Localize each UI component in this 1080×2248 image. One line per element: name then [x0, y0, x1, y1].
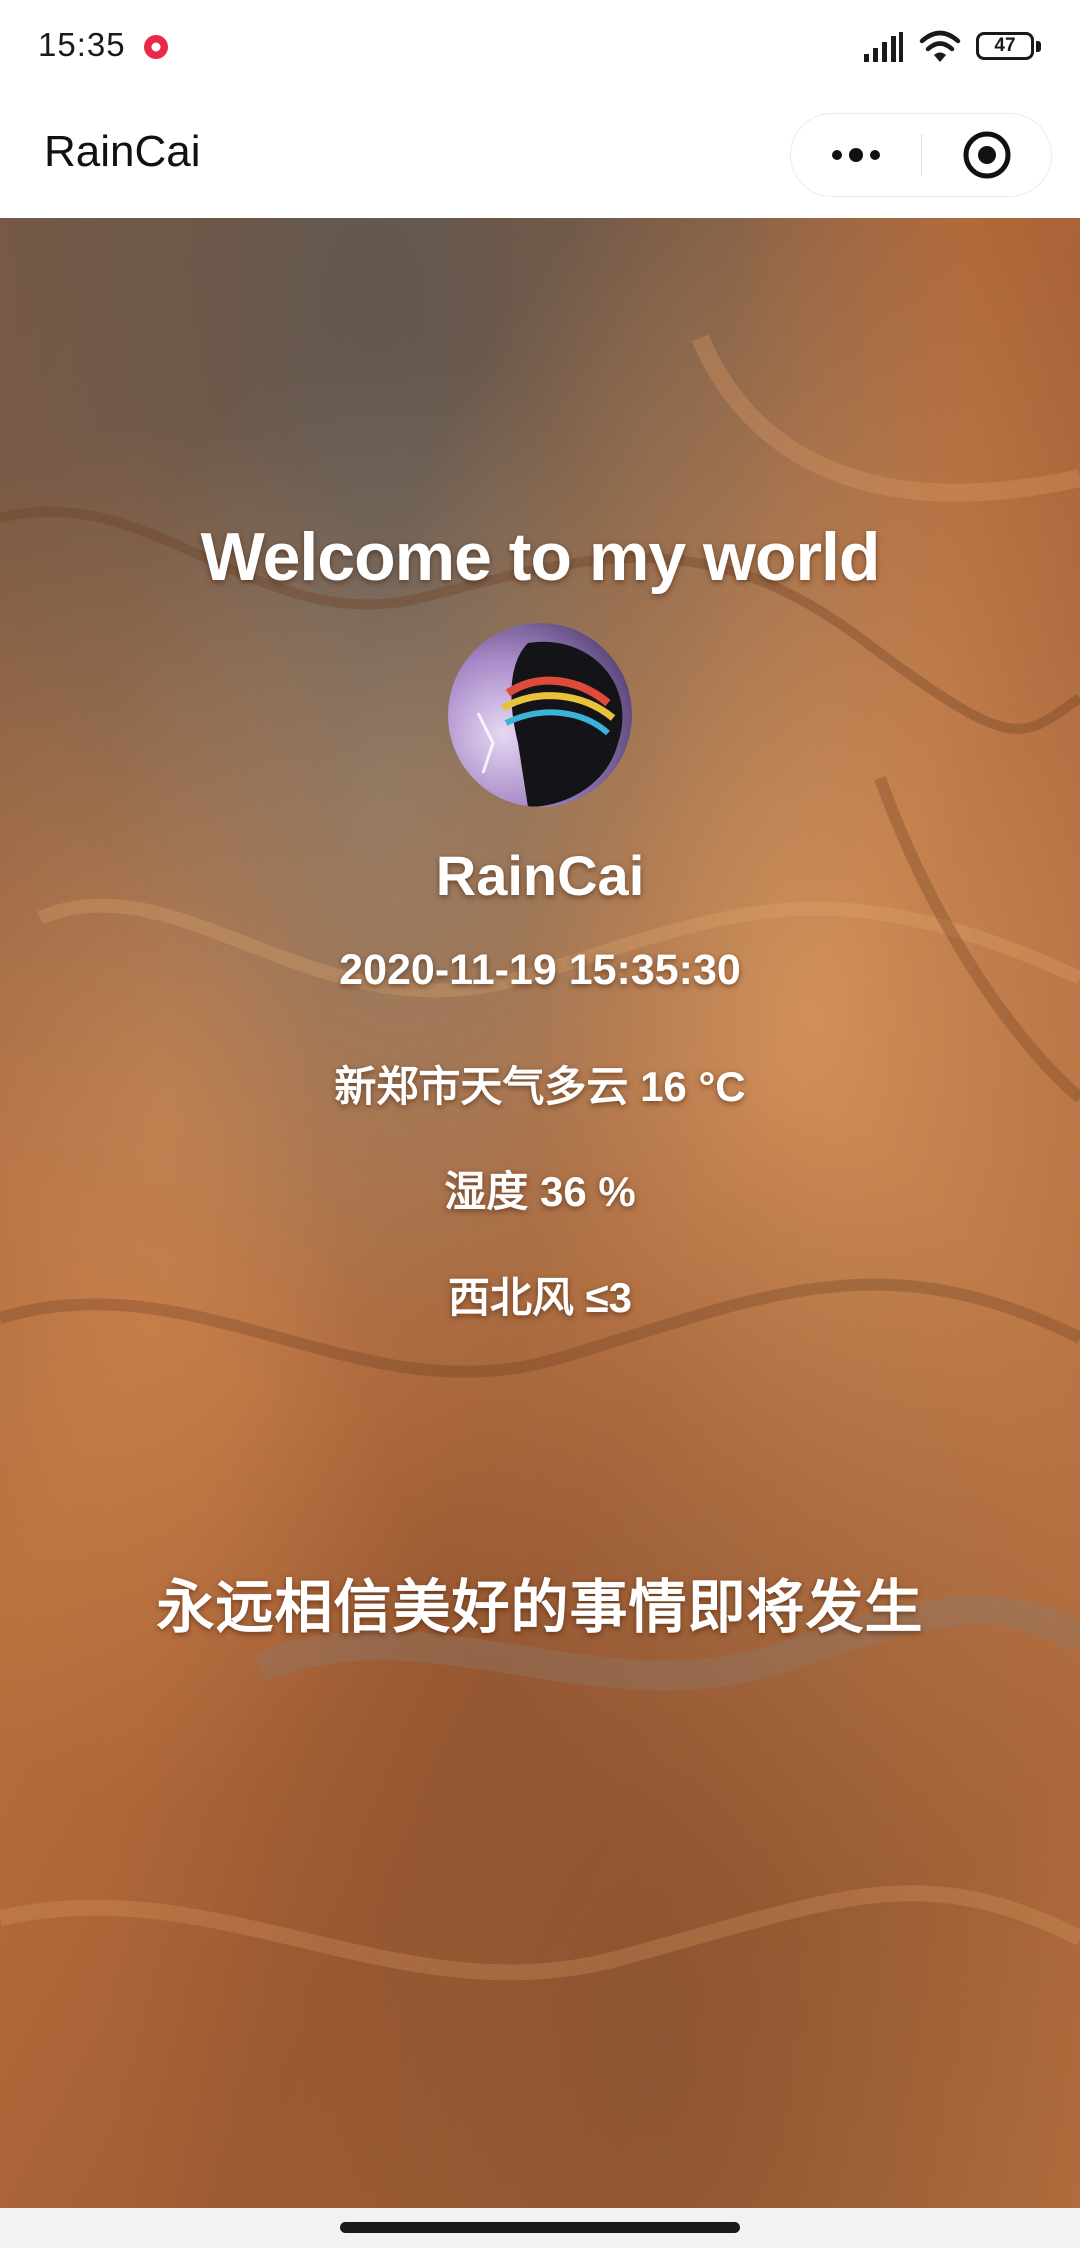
- more-button[interactable]: [791, 114, 921, 196]
- avatar[interactable]: [448, 623, 632, 807]
- welcome-heading: Welcome to my world: [200, 519, 881, 595]
- battery-level: 47: [976, 32, 1034, 60]
- motto-text: 永远相信美好的事情即将发生: [156, 1575, 924, 1640]
- notification-icon: [144, 35, 168, 59]
- wifi-icon: [919, 30, 961, 62]
- username: RainCai: [435, 844, 645, 907]
- status-time: 15:35: [38, 26, 126, 63]
- more-dots-icon: [832, 148, 880, 162]
- background-image: Welcome to my world RainCai 2020-11-19 1…: [0, 218, 1080, 2208]
- humidity-text: 湿度 36 %: [444, 1168, 636, 1215]
- close-button[interactable]: [922, 114, 1052, 196]
- wind-text: 西北风 ≤3: [447, 1274, 633, 1321]
- nav-bar: RainCai: [0, 95, 1080, 218]
- page-title: RainCai: [44, 127, 201, 176]
- home-indicator[interactable]: [340, 2222, 740, 2233]
- signal-icon: [864, 32, 903, 62]
- battery-icon: 47: [976, 30, 1042, 64]
- status-bar: 15:35 47: [0, 0, 1080, 95]
- avatar-image: [448, 623, 632, 807]
- datetime-text: 2020-11-19 15:35:30: [339, 946, 741, 994]
- menu-capsule: [790, 113, 1052, 197]
- weather-text: 新郑市天气多云 16 °C: [334, 1063, 746, 1110]
- bottom-bar: [0, 2208, 1080, 2248]
- battery-tip: [1036, 41, 1041, 52]
- target-close-icon: [963, 131, 1011, 179]
